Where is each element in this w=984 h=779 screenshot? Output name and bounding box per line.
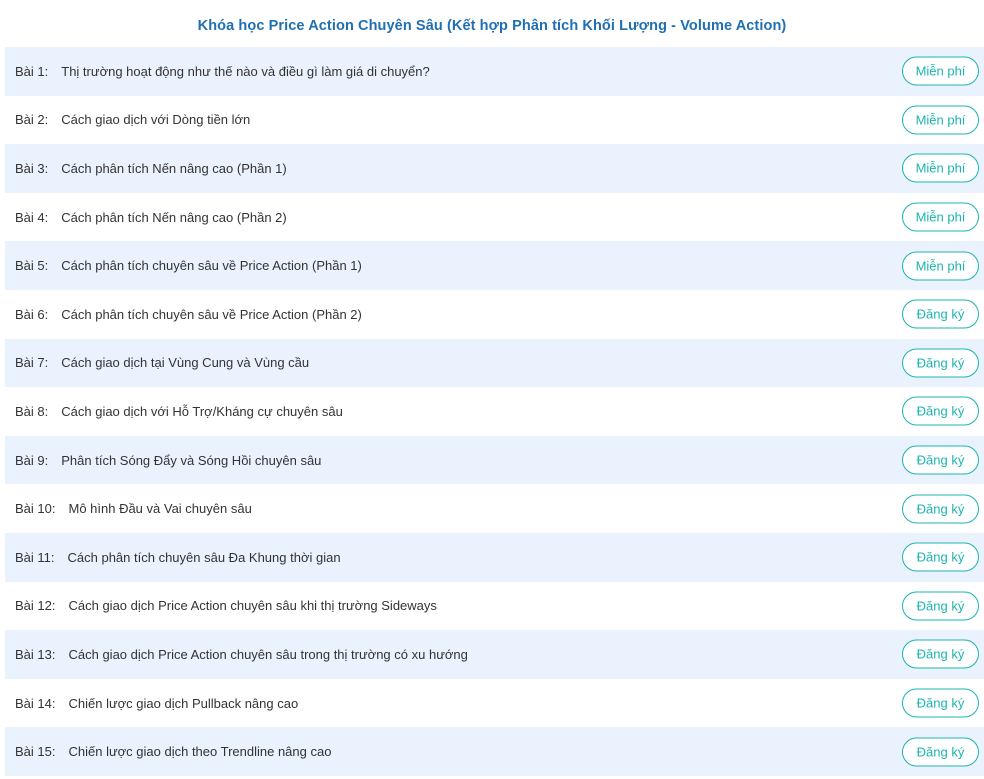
lesson-row[interactable]: Bài 12: Cách giao dịch Price Action chuy… bbox=[5, 582, 984, 631]
lesson-row[interactable]: Bài 15: Chiến lược giao dịch theo Trendl… bbox=[5, 727, 984, 776]
lesson-number: Bài 14: bbox=[15, 695, 56, 711]
lesson-number: Bài 6: bbox=[15, 306, 49, 322]
lesson-name[interactable]: Cách giao dịch Price Action chuyên sâu k… bbox=[68, 598, 436, 613]
lesson-number: Bài 13: bbox=[15, 646, 56, 662]
lesson-number: Bài 9: bbox=[15, 452, 49, 468]
lesson-name[interactable]: Cách giao dịch với Dòng tiền lớn bbox=[61, 112, 250, 127]
lesson-name[interactable]: Cách phân tích chuyên sâu Đa Khung thời … bbox=[68, 550, 341, 565]
lesson-name[interactable]: Mô hình Đầu và Vai chuyên sâu bbox=[68, 501, 251, 516]
lesson-name[interactable]: Cách phân tích chuyên sâu về Price Actio… bbox=[61, 307, 362, 322]
lesson-name[interactable]: Cách giao dịch Price Action chuyên sâu t… bbox=[68, 647, 467, 662]
lesson-row[interactable]: Bài 6: Cách phân tích chuyên sâu về Pric… bbox=[5, 290, 984, 339]
lesson-name[interactable]: Thị trường hoạt động như thế nào và điều… bbox=[61, 64, 430, 79]
register-button[interactable]: Đăng ký bbox=[902, 639, 979, 669]
lesson-row[interactable]: Bài 10: Mô hình Đầu và Vai chuyên sâu Đă… bbox=[5, 484, 984, 533]
lesson-row[interactable]: Bài 14: Chiến lược giao dịch Pullback nâ… bbox=[5, 679, 984, 728]
lesson-name[interactable]: Cách phân tích chuyên sâu về Price Actio… bbox=[61, 258, 362, 273]
lesson-name[interactable]: Cách giao dịch tại Vùng Cung và Vùng cầu bbox=[61, 355, 309, 370]
register-button[interactable]: Đăng ký bbox=[902, 737, 979, 767]
lesson-number: Bài 2: bbox=[15, 112, 49, 128]
lesson-row[interactable]: Bài 1: Thị trường hoạt động như thế nào … bbox=[5, 47, 984, 96]
register-button[interactable]: Đăng ký bbox=[902, 299, 979, 329]
free-button[interactable]: Miễn phí bbox=[902, 56, 979, 86]
free-button[interactable]: Miễn phí bbox=[902, 105, 979, 135]
lesson-row[interactable]: Bài 11: Cách phân tích chuyên sâu Đa Khu… bbox=[5, 532, 984, 582]
lesson-name[interactable]: Chiến lược giao dịch Pullback nâng cao bbox=[68, 696, 298, 711]
lesson-row[interactable]: Bài 9: Phân tích Sóng Đẩy và Sóng Hồi ch… bbox=[5, 435, 984, 485]
lesson-row[interactable]: Bài 13: Cách giao dịch Price Action chuy… bbox=[5, 630, 984, 679]
lesson-number: Bài 4: bbox=[15, 209, 49, 225]
lesson-row[interactable]: Bài 3: Cách phân tích Nến nâng cao (Phần… bbox=[5, 144, 984, 193]
register-button[interactable]: Đăng ký bbox=[902, 396, 979, 426]
lesson-row[interactable]: Bài 2: Cách giao dịch với Dòng tiền lớn … bbox=[5, 96, 984, 145]
lesson-name[interactable]: Phân tích Sóng Đẩy và Sóng Hồi chuyên sâ… bbox=[61, 453, 321, 468]
lesson-name[interactable]: Chiến lược giao dịch theo Trendline nâng… bbox=[68, 744, 331, 759]
lesson-row[interactable]: Bài 7: Cách giao dịch tại Vùng Cung và V… bbox=[5, 338, 984, 388]
lesson-number: Bài 7: bbox=[15, 355, 49, 371]
lesson-row[interactable]: Bài 8: Cách giao dịch với Hỗ Trợ/Kháng c… bbox=[5, 387, 984, 436]
lesson-number: Bài 11: bbox=[15, 549, 55, 565]
register-button[interactable]: Đăng ký bbox=[902, 688, 979, 718]
lesson-name[interactable]: Cách phân tích Nến nâng cao (Phần 1) bbox=[61, 161, 286, 176]
lesson-number: Bài 12: bbox=[15, 598, 56, 614]
lesson-number: Bài 3: bbox=[15, 160, 49, 176]
lesson-name[interactable]: Cách giao dịch với Hỗ Trợ/Kháng cự chuyê… bbox=[61, 404, 343, 419]
free-button[interactable]: Miễn phí bbox=[902, 153, 979, 183]
lesson-name[interactable]: Cách phân tích Nến nâng cao (Phần 2) bbox=[61, 210, 286, 225]
lesson-number: Bài 5: bbox=[15, 258, 49, 274]
register-button[interactable]: Đăng ký bbox=[902, 494, 979, 524]
register-button[interactable]: Đăng ký bbox=[902, 591, 979, 621]
lesson-row[interactable]: Bài 4: Cách phân tích Nến nâng cao (Phần… bbox=[5, 193, 984, 242]
lesson-number: Bài 15: bbox=[15, 744, 56, 760]
lesson-number: Bài 1: bbox=[15, 63, 49, 79]
lesson-row[interactable]: Bài 5: Cách phân tích chuyên sâu về Pric… bbox=[5, 241, 984, 290]
course-title: Khóa học Price Action Chuyên Sâu (Kết hợ… bbox=[197, 18, 787, 34]
free-button[interactable]: Miễn phí bbox=[902, 202, 979, 232]
register-button[interactable]: Đăng ký bbox=[902, 445, 979, 475]
lesson-number: Bài 10: bbox=[15, 501, 56, 517]
register-button[interactable]: Đăng ký bbox=[902, 348, 979, 378]
register-button[interactable]: Đăng ký bbox=[902, 542, 979, 572]
lesson-number: Bài 8: bbox=[15, 403, 49, 419]
lesson-list: Bài 1: Thị trường hoạt động như thế nào … bbox=[0, 47, 984, 776]
free-button[interactable]: Miễn phí bbox=[902, 251, 979, 281]
